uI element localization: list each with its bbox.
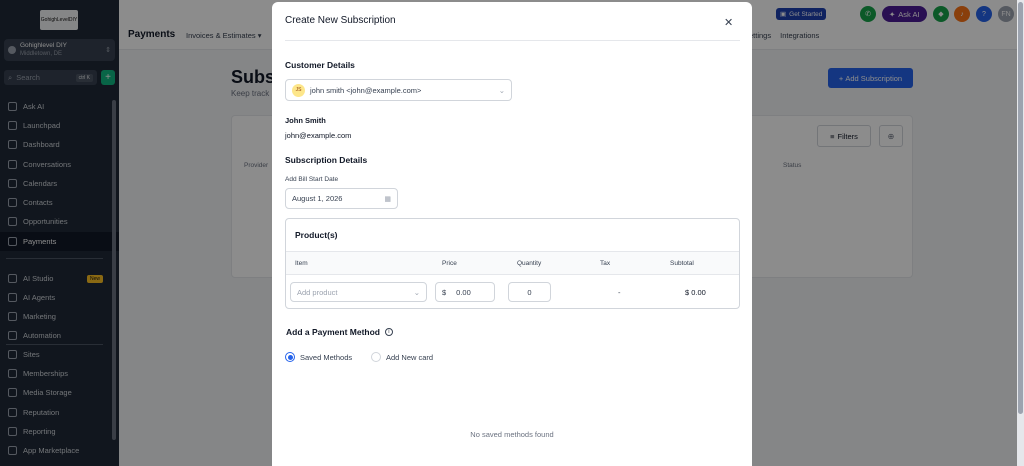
column-header-quantity: Quantity <box>517 260 542 267</box>
tax-value: - <box>618 288 621 297</box>
column-header-price: Price <box>442 260 457 267</box>
modal-title: Create New Subscription <box>285 15 396 26</box>
customer-email: john@example.com <box>285 131 352 140</box>
customer-select[interactable]: JS john smith <john@example.com> ⌄ <box>285 79 512 101</box>
payment-method-heading: Add a Payment Method i <box>286 327 393 337</box>
quantity-input[interactable]: 0 <box>508 282 551 302</box>
customer-name: John Smith <box>285 116 326 125</box>
add-product-select[interactable]: Add product ⌄ <box>290 282 427 302</box>
customer-avatar: JS <box>292 83 305 97</box>
radio-selected-icon[interactable] <box>285 352 295 362</box>
modal-divider <box>285 40 740 41</box>
customer-details-heading: Customer Details <box>285 60 355 70</box>
empty-state-message: No saved methods found <box>470 430 554 439</box>
create-subscription-modal: Create New Subscription ✕ Customer Detai… <box>272 2 752 466</box>
column-header-subtotal: Subtotal <box>670 260 694 267</box>
radio-unselected-icon[interactable] <box>371 352 381 362</box>
products-table-header: Item Price Quantity Tax Subtotal <box>286 251 739 275</box>
bill-start-date-input[interactable]: August 1, 2026 ▦ <box>285 188 398 209</box>
info-icon[interactable]: i <box>384 328 393 336</box>
scrollbar-thumb[interactable] <box>1018 2 1023 414</box>
chevron-down-icon: ⌄ <box>498 85 505 95</box>
chevron-down-icon: ⌄ <box>413 287 420 297</box>
currency-symbol: $ <box>442 287 447 297</box>
subtotal-value: $ 0.00 <box>685 288 706 297</box>
saved-methods-radio[interactable]: Saved Methods <box>285 352 352 362</box>
close-icon[interactable]: ✕ <box>724 16 733 29</box>
calendar-icon: ▦ <box>384 195 391 203</box>
price-input[interactable]: $ 0.00 <box>435 282 495 302</box>
page-scrollbar[interactable] <box>1017 0 1024 466</box>
column-header-tax: Tax <box>600 260 611 267</box>
bill-start-label: Add Bill Start Date <box>285 176 339 183</box>
column-header-item: Item <box>295 260 308 267</box>
subscription-details-heading: Subscription Details <box>285 155 368 165</box>
products-heading: Product(s) <box>295 230 338 240</box>
products-section: Product(s) Item Price Quantity Tax Subto… <box>285 218 740 309</box>
add-new-card-radio[interactable]: Add New card <box>371 352 433 362</box>
